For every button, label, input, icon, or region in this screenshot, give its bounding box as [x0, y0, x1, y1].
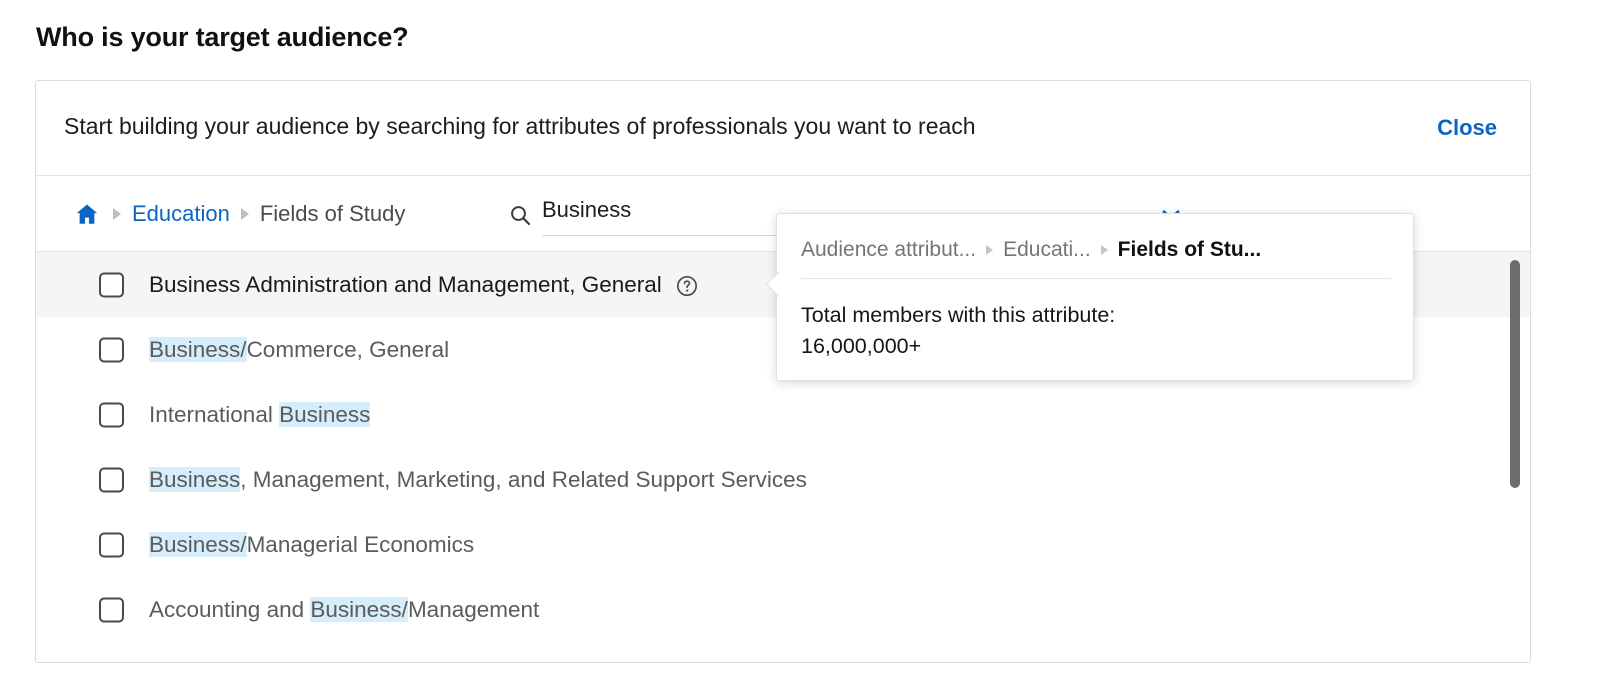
tooltip-separator-icon [1100, 245, 1108, 255]
result-label-text: Management [407, 597, 540, 622]
breadcrumb-separator-icon [113, 208, 121, 220]
tooltip-breadcrumb: Audience attribut... Educati... Fields o… [801, 238, 1261, 262]
result-label-text: Accounting and [149, 597, 311, 622]
results-scrollbar-thumb[interactable] [1510, 260, 1520, 488]
breadcrumb-item-education[interactable]: Education [132, 201, 230, 227]
breadcrumb-item-fields-of-study: Fields of Study [259, 201, 406, 226]
home-icon[interactable] [72, 199, 102, 229]
tooltip-crumb-fields-of-study: Fields of Stu... [1117, 238, 1262, 261]
close-button[interactable]: Close [1437, 115, 1497, 141]
tooltip-body-line-1: Total members with this attribute: [801, 303, 1116, 327]
help-circle-icon[interactable] [676, 275, 698, 297]
audience-builder-page: Who is your target audience? Start build… [0, 0, 1600, 691]
result-row[interactable]: Accounting and Business/Management [36, 577, 1530, 642]
results-scrollbar-track[interactable] [1508, 252, 1522, 662]
panel-header: Start building your audience by searchin… [36, 81, 1530, 176]
result-checkbox[interactable] [99, 272, 124, 297]
search-icon [508, 203, 532, 227]
result-checkbox[interactable] [99, 467, 124, 492]
breadcrumb-separator-icon [240, 208, 249, 220]
tooltip-crumb-education: Educati... [1003, 238, 1091, 261]
panel-header-text: Start building your audience by searchin… [64, 113, 976, 139]
result-label-text: , Management, Marketing, and Related Sup… [240, 467, 807, 492]
result-label: Business/Commerce, General [149, 336, 449, 363]
page-title: Who is your target audience? [36, 22, 409, 52]
result-label: Accounting and Business/Management [149, 596, 539, 623]
result-label-highlight: Business/ [310, 597, 408, 622]
tooltip-arrow [764, 271, 788, 297]
result-row[interactable]: Business/Managerial Economics [36, 512, 1530, 577]
breadcrumb: Education Fields of Study [72, 176, 405, 252]
result-label-highlight: Business/ [149, 337, 247, 362]
result-label-text: Business Administration and Management, … [149, 272, 662, 297]
result-label: Business Administration and Management, … [149, 271, 662, 298]
result-label: Business, Management, Marketing, and Rel… [149, 466, 807, 493]
tooltip-crumb-audience-attributes: Audience attribut... [801, 238, 977, 261]
result-row[interactable]: Business, Management, Marketing, and Rel… [36, 447, 1530, 512]
result-label: Business/Managerial Economics [149, 531, 474, 558]
tooltip-separator-icon [986, 245, 994, 255]
result-label-text: International [149, 402, 280, 427]
tooltip-divider [801, 278, 1391, 279]
result-checkbox[interactable] [99, 337, 124, 362]
result-label-text: Managerial Economics [246, 532, 475, 557]
result-label-highlight: Business/ [149, 532, 247, 557]
result-label-text: Commerce, General [246, 337, 450, 362]
attribute-tooltip: Audience attribut... Educati... Fields o… [776, 213, 1414, 381]
result-label: International Business [149, 401, 371, 428]
result-label-highlight: Business [149, 467, 241, 492]
result-row[interactable]: International Business [36, 382, 1530, 447]
result-checkbox[interactable] [99, 532, 124, 557]
tooltip-member-count: 16,000,000+ [801, 334, 922, 359]
result-checkbox[interactable] [99, 402, 124, 427]
result-checkbox[interactable] [99, 597, 124, 622]
result-label-highlight: Business [279, 402, 371, 427]
tooltip-body: Total members with this attribute: 16,00… [801, 300, 1115, 363]
